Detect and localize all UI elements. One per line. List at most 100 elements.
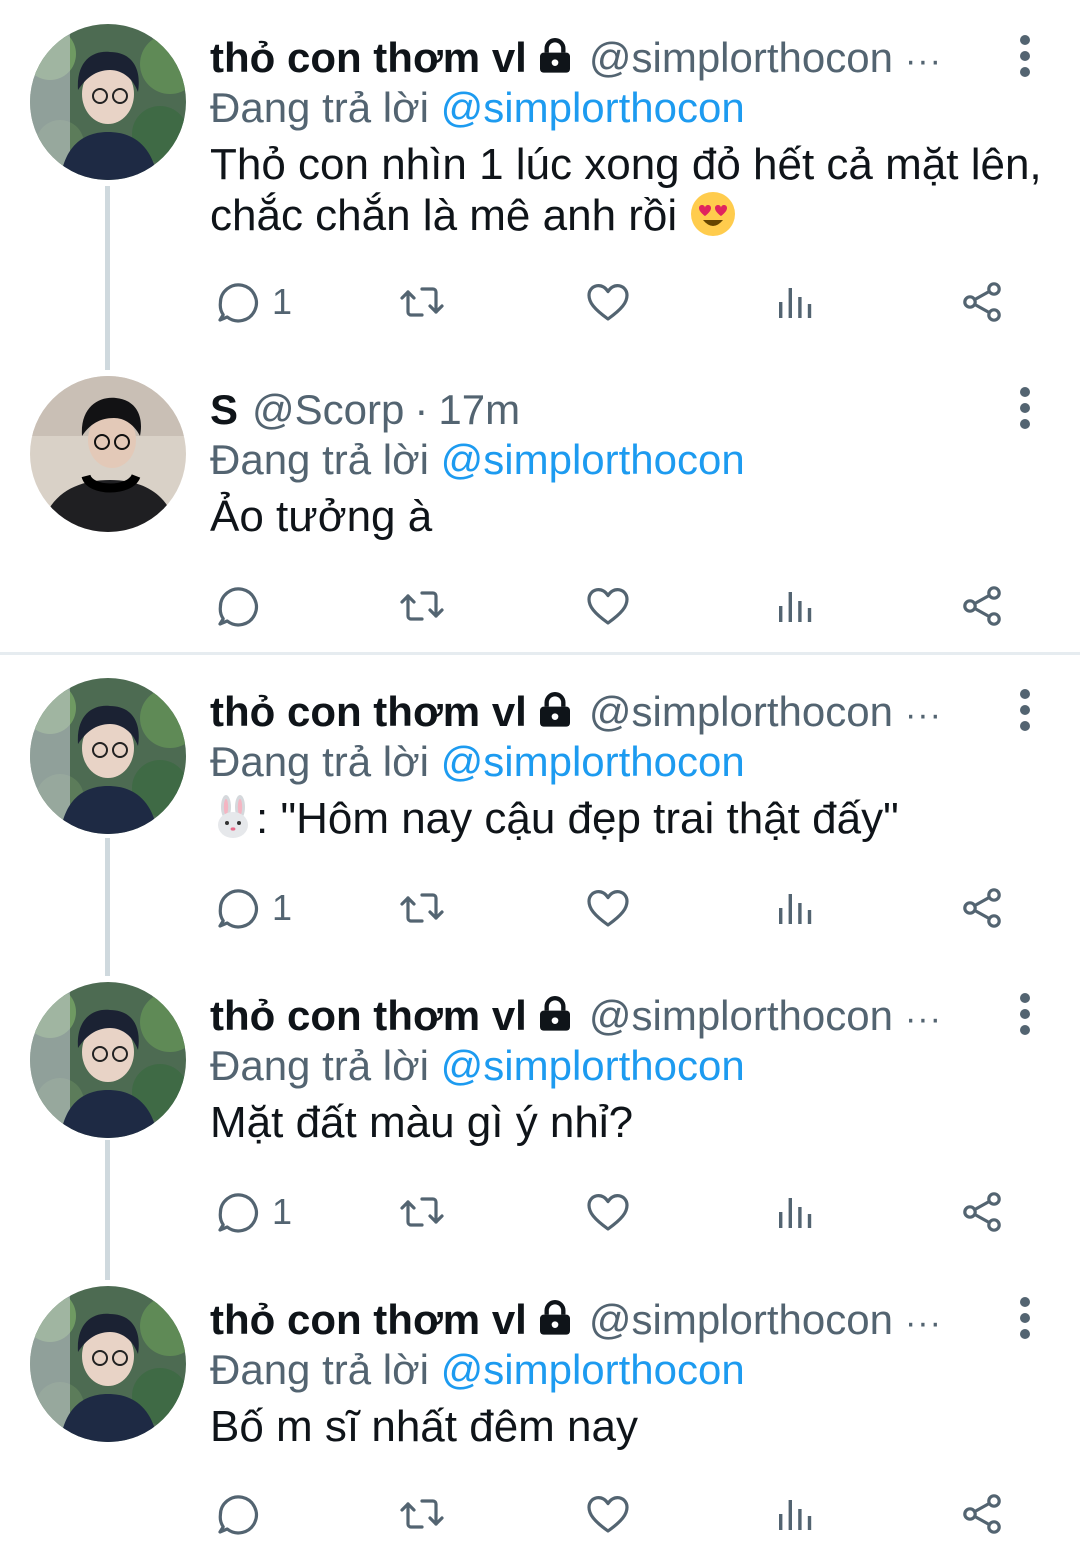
reply-icon bbox=[212, 1490, 260, 1538]
share-icon bbox=[958, 582, 1006, 630]
retweet-button[interactable] bbox=[398, 576, 446, 636]
reply-button[interactable]: 1 bbox=[212, 878, 292, 938]
tweet-text-line: Ảo tưởng à bbox=[210, 492, 433, 541]
user-handle[interactable]: @simplorthocon bbox=[589, 1296, 893, 1343]
reply-icon bbox=[212, 1188, 260, 1236]
display-name[interactable]: thỏ con thơm vl bbox=[210, 34, 527, 81]
views-button[interactable] bbox=[772, 1484, 820, 1544]
retweet-button[interactable] bbox=[398, 878, 446, 938]
tweet[interactable]: thỏ con thơm vl @simplorthocon ··· Đang tr… bbox=[0, 958, 1080, 1258]
user-handle[interactable]: @simplorthocon bbox=[589, 992, 893, 1039]
avatar[interactable] bbox=[30, 678, 186, 834]
reply-button[interactable]: 1 bbox=[212, 1182, 292, 1242]
mention-link[interactable]: @simplorthocon bbox=[441, 738, 745, 785]
avatar[interactable] bbox=[30, 1286, 186, 1442]
truncation-ellipsis: ··· bbox=[904, 1000, 942, 1038]
like-icon bbox=[584, 582, 632, 630]
retweet-button[interactable] bbox=[398, 272, 446, 332]
retweet-icon bbox=[398, 1490, 446, 1538]
avatar[interactable] bbox=[30, 982, 186, 1138]
avatar[interactable] bbox=[30, 24, 186, 180]
views-button[interactable] bbox=[772, 1182, 820, 1242]
replying-to: Đang trả lời @simplorthocon bbox=[210, 1342, 745, 1398]
tweet[interactable]: S @Scorp · 17m Đang trả lời @simplorthocon … bbox=[0, 352, 1080, 652]
like-button[interactable] bbox=[584, 878, 632, 938]
tweet-text: Mặt đất màu gì ý nhỉ? bbox=[210, 1098, 1050, 1148]
retweet-icon bbox=[398, 884, 446, 932]
tweet[interactable]: thỏ con thơm vl @simplorthocon ··· Đang tr… bbox=[0, 0, 1080, 350]
mention-link[interactable]: @simplorthocon bbox=[441, 1042, 745, 1089]
tweet-header: thỏ con thơm vl @simplorthocon ··· bbox=[210, 1292, 942, 1348]
heart-eyes-emoji-icon bbox=[691, 192, 736, 236]
share-icon bbox=[958, 1188, 1006, 1236]
tweet[interactable]: thỏ con thơm vl @simplorthocon ··· Đang tr… bbox=[0, 654, 1080, 954]
user-handle[interactable]: @Scorp bbox=[252, 386, 404, 433]
reply-prefix: Đang trả lời bbox=[210, 84, 429, 131]
more-vertical-icon[interactable] bbox=[1018, 1296, 1032, 1340]
share-button[interactable] bbox=[958, 1484, 1006, 1544]
views-button[interactable] bbox=[772, 878, 820, 938]
tweet-actions bbox=[0, 1484, 1080, 1544]
display-name[interactable]: thỏ con thơm vl bbox=[210, 688, 527, 735]
avatar[interactable] bbox=[30, 376, 186, 532]
share-icon bbox=[958, 278, 1006, 326]
tweet[interactable]: thỏ con thơm vl @simplorthocon ··· Đang tr… bbox=[0, 1262, 1080, 1552]
reply-icon bbox=[212, 884, 260, 932]
retweet-button[interactable] bbox=[398, 1182, 446, 1242]
like-button[interactable] bbox=[584, 1182, 632, 1242]
mention-link[interactable]: @simplorthocon bbox=[441, 436, 745, 483]
share-button[interactable] bbox=[958, 576, 1006, 636]
views-icon bbox=[772, 278, 820, 326]
like-button[interactable] bbox=[584, 1484, 632, 1544]
more-vertical-icon[interactable] bbox=[1018, 34, 1032, 78]
reply-button[interactable]: 1 bbox=[212, 272, 292, 332]
replying-to: Đang trả lời @simplorthocon bbox=[210, 1038, 745, 1094]
share-button[interactable] bbox=[958, 1182, 1006, 1242]
reply-prefix: Đang trả lời bbox=[210, 1346, 429, 1393]
retweet-button[interactable] bbox=[398, 1484, 446, 1544]
reply-prefix: Đang trả lời bbox=[210, 738, 429, 785]
like-button[interactable] bbox=[584, 272, 632, 332]
tweet-time[interactable]: 17m bbox=[438, 386, 520, 433]
like-icon bbox=[584, 884, 632, 932]
share-button[interactable] bbox=[958, 878, 1006, 938]
tweet-header: thỏ con thơm vl @simplorthocon ··· bbox=[210, 30, 942, 86]
views-icon bbox=[772, 582, 820, 630]
tweet-actions: 1 bbox=[0, 272, 1080, 332]
retweet-icon bbox=[398, 1188, 446, 1236]
reply-button[interactable] bbox=[212, 1484, 260, 1544]
mention-link[interactable]: @simplorthocon bbox=[441, 1346, 745, 1393]
tweet-text: : "Hôm nay cậu đẹp trai thật đấy" bbox=[210, 794, 1050, 844]
mention-link[interactable]: @simplorthocon bbox=[441, 84, 745, 131]
user-handle[interactable]: @simplorthocon bbox=[589, 34, 893, 81]
lock-icon bbox=[535, 36, 575, 76]
share-button[interactable] bbox=[958, 272, 1006, 332]
retweet-icon bbox=[398, 278, 446, 326]
tweet-actions: 1 bbox=[0, 1182, 1080, 1242]
more-vertical-icon[interactable] bbox=[1018, 386, 1032, 430]
tweet-header: thỏ con thơm vl @simplorthocon ··· bbox=[210, 988, 942, 1044]
user-handle[interactable]: @simplorthocon bbox=[589, 688, 893, 735]
retweet-icon bbox=[398, 582, 446, 630]
share-icon bbox=[958, 1490, 1006, 1538]
more-vertical-icon[interactable] bbox=[1018, 688, 1032, 732]
display-name[interactable]: S bbox=[210, 386, 238, 433]
reply-button[interactable] bbox=[212, 576, 260, 636]
views-button[interactable] bbox=[772, 272, 820, 332]
lock-icon bbox=[535, 690, 575, 730]
tweet-text: Bố m sĩ nhất đêm nay bbox=[210, 1402, 1050, 1452]
like-icon bbox=[584, 278, 632, 326]
tweet-text-line: : "Hôm nay cậu đẹp trai thật đấy" bbox=[210, 794, 1050, 844]
tweet-text-line: Bố m sĩ nhất đêm nay bbox=[210, 1402, 638, 1451]
separator-dot: · bbox=[414, 386, 429, 433]
share-icon bbox=[958, 884, 1006, 932]
display-name[interactable]: thỏ con thơm vl bbox=[210, 992, 527, 1039]
reply-count: 1 bbox=[272, 1191, 293, 1232]
like-button[interactable] bbox=[584, 576, 632, 636]
more-vertical-icon[interactable] bbox=[1018, 992, 1032, 1036]
views-button[interactable] bbox=[772, 576, 820, 636]
views-icon bbox=[772, 884, 820, 932]
display-name[interactable]: thỏ con thơm vl bbox=[210, 1296, 527, 1343]
truncation-ellipsis: ··· bbox=[904, 42, 942, 80]
views-icon bbox=[772, 1188, 820, 1236]
